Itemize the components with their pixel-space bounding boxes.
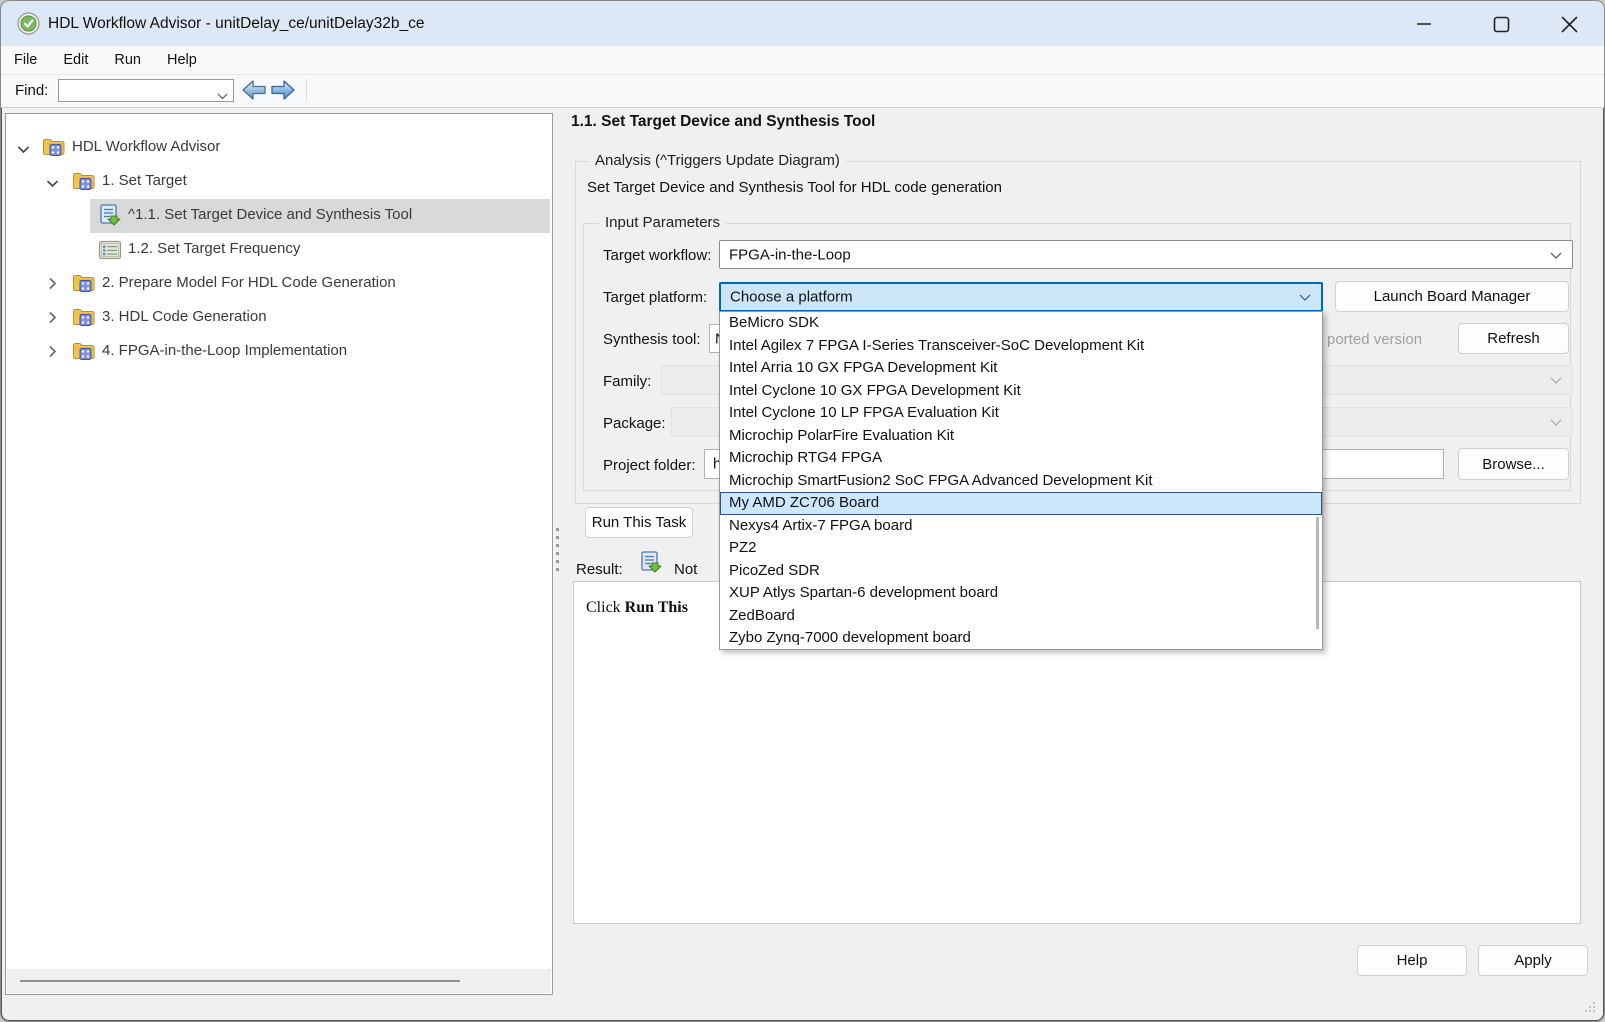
target-platform-value: Choose a platform [730,289,853,306]
chevron-down-icon[interactable] [217,87,228,105]
tree-item-set-target[interactable]: 1. Set Target [6,165,552,199]
supported-version-text-fragment: ported version [1327,331,1422,348]
task-description: Set Target Device and Synthesis Tool for… [587,179,1002,196]
tree-item-4[interactable]: 4. FPGA-in-the-Loop Implementation [6,335,552,369]
chevron-down-icon [1299,289,1311,306]
menu-help[interactable]: Help [154,52,210,68]
result-task-run-icon [639,550,664,581]
browse-button[interactable]: Browse... [1458,448,1569,480]
scrollbar-thumb[interactable] [20,980,460,982]
chevron-right-icon[interactable] [48,311,57,328]
resize-grip[interactable] [1582,999,1596,1013]
dropdown-scrollbar-thumb[interactable] [1316,517,1319,629]
panel-splitter[interactable] [556,528,560,572]
result-status-fragment: Not [674,561,697,578]
find-input[interactable] [61,81,215,101]
folder-icon [72,340,96,366]
platform-option[interactable]: Intel Cyclone 10 LP FPGA Evaluation Kit [720,402,1322,425]
tree-horizontal-scrollbar[interactable] [7,969,551,993]
tree-item-2[interactable]: 2. Prepare Model For HDL Code Generation [6,267,552,301]
task-run-icon [98,203,123,233]
minimize-button[interactable] [1404,9,1444,39]
target-workflow-value: FPGA-in-the-Loop [729,246,851,263]
menu-file[interactable]: File [1,52,50,68]
platform-option-selected[interactable]: My AMD ZC706 Board [720,492,1322,515]
tree-item-label: 1. Set Target [102,172,187,189]
platform-option[interactable]: XUP Atlys Spartan-6 development board [720,582,1322,605]
folder-icon [42,136,66,162]
platform-option[interactable]: Microchip RTG4 FPGA [720,447,1322,470]
maximize-button[interactable] [1481,9,1521,39]
tree-item-1-2[interactable]: 1.2. Set Target Frequency [6,233,552,267]
folder-icon [72,170,96,196]
folder-icon [72,306,96,332]
result-prompt-bold: Run This [625,599,688,616]
chevron-right-icon[interactable] [48,277,57,294]
menubar: File Edit Run Help [1,46,1604,75]
tree-item-3[interactable]: 3. HDL Code Generation [6,301,552,335]
chevron-down-icon [1550,414,1562,431]
platform-option[interactable]: Intel Arria 10 GX FPGA Development Kit [720,357,1322,380]
find-label: Find: [15,82,48,99]
platform-option[interactable]: ZedBoard [720,605,1322,628]
help-button[interactable]: Help [1357,945,1467,976]
target-workflow-label: Target workflow: [603,247,711,264]
find-forward-arrow-icon[interactable] [269,78,297,102]
workflow-tree: HDL Workflow Advisor 1. Set Target [5,113,553,995]
advisor-check-icon [17,12,40,35]
target-workflow-combobox[interactable]: FPGA-in-the-Loop [719,240,1573,269]
platform-option[interactable]: PicoZed SDR [720,560,1322,583]
family-label: Family: [603,373,651,390]
toolbar-separator [306,79,307,102]
target-platform-label: Target platform: [603,289,707,306]
chevron-down-icon[interactable] [17,141,30,158]
refresh-button[interactable]: Refresh [1458,323,1569,354]
platform-option[interactable]: Intel Cyclone 10 GX FPGA Development Kit [720,380,1322,403]
tree-item-label: 1.2. Set Target Frequency [128,240,300,257]
platform-option[interactable]: Microchip PolarFire Evaluation Kit [720,425,1322,448]
launch-board-manager-button[interactable]: Launch Board Manager [1335,281,1569,312]
find-combobox[interactable] [58,79,234,102]
platform-option[interactable]: Nexys4 Artix-7 FPGA board [720,515,1322,538]
chevron-right-icon[interactable] [48,345,57,362]
hdl-workflow-advisor-window: HDL Workflow Advisor - unitDelay_ce/unit… [0,0,1605,1022]
find-back-arrow-icon[interactable] [240,78,268,102]
target-platform-dropdown-list: BeMicro SDK Intel Agilex 7 FPGA I-Series… [719,311,1323,650]
tree-item-root[interactable]: HDL Workflow Advisor [6,131,552,165]
find-toolbar: Find: [1,75,1604,108]
menu-run[interactable]: Run [101,52,154,68]
input-parameters-label: Input Parameters [599,214,726,231]
run-this-task-button[interactable]: Run This Task [585,507,693,538]
package-label: Package: [603,415,666,432]
chevron-down-icon[interactable] [46,175,59,192]
target-platform-combobox[interactable]: Choose a platform [719,282,1323,312]
task-title: 1.1. Set Target Device and Synthesis Too… [571,113,875,131]
folder-icon [72,272,96,298]
platform-option[interactable]: BeMicro SDK [720,312,1322,335]
task-form-icon [98,240,122,264]
tree-item-1-1-selected[interactable]: ^1.1. Set Target Device and Synthesis To… [6,199,552,233]
result-label: Result: [576,561,623,578]
platform-option[interactable]: Intel Agilex 7 FPGA I-Series Transceiver… [720,335,1322,358]
tree-item-label: 3. HDL Code Generation [102,308,267,325]
window-title: HDL Workflow Advisor - unitDelay_ce/unit… [48,15,424,33]
tree-item-label: HDL Workflow Advisor [72,138,220,155]
result-prompt-text: Click [586,599,625,616]
project-folder-label: Project folder: [603,457,696,474]
platform-option[interactable]: Microchip SmartFusion2 SoC FPGA Advanced… [720,470,1322,493]
synthesis-tool-label: Synthesis tool: [603,331,701,348]
platform-option[interactable]: Zybo Zynq-7000 development board [720,627,1322,650]
tree-item-label: 4. FPGA-in-the-Loop Implementation [102,342,347,359]
titlebar[interactable]: HDL Workflow Advisor - unitDelay_ce/unit… [1,1,1604,46]
platform-option[interactable]: PZ2 [720,537,1322,560]
apply-button[interactable]: Apply [1478,945,1588,976]
tree-item-label: 2. Prepare Model For HDL Code Generation [102,274,396,291]
close-button[interactable] [1549,9,1589,39]
chevron-down-icon [1550,372,1562,389]
chevron-down-icon [1550,246,1562,263]
tree-item-label: ^1.1. Set Target Device and Synthesis To… [128,206,412,223]
menu-edit[interactable]: Edit [50,52,101,68]
analysis-group-label: Analysis (^Triggers Update Diagram) [589,152,846,169]
